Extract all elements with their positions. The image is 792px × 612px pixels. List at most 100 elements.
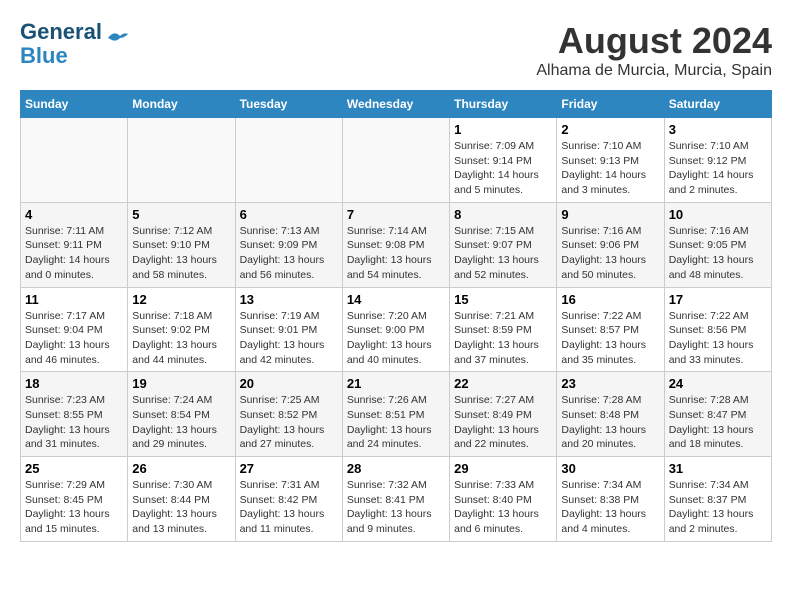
day-info: Sunrise: 7:19 AM Sunset: 9:01 PM Dayligh… <box>240 309 338 368</box>
day-number: 18 <box>25 376 123 391</box>
bird-icon <box>106 28 130 48</box>
day-number: 3 <box>669 122 767 137</box>
day-number: 2 <box>561 122 659 137</box>
table-row: 18Sunrise: 7:23 AM Sunset: 8:55 PM Dayli… <box>21 372 128 457</box>
day-number: 23 <box>561 376 659 391</box>
day-number: 28 <box>347 461 445 476</box>
table-row: 19 Sunrise: 7:24 AM Sunset: 8:54 PM Dayli… <box>128 372 235 457</box>
table-row: 20 Sunrise: 7:25 AM Sunset: 8:52 PM Dayli… <box>235 372 342 457</box>
day-info: Sunrise: 7:20 AM Sunset: 9:00 PM Dayligh… <box>347 309 445 368</box>
day-info: Sunrise: 7:34 AM Sunset: 8:37 PM Dayligh… <box>669 478 767 537</box>
day-number: 13 <box>240 292 338 307</box>
day-number: 6 <box>240 207 338 222</box>
day-number: 15 <box>454 292 552 307</box>
table-row: 21Sunrise: 7:26 AM Sunset: 8:51 PM Dayli… <box>342 372 449 457</box>
day-info: Sunrise: 7:21 AM Sunset: 8:59 PM Dayligh… <box>454 309 552 368</box>
day-info: Sunrise: 7:34 AM Sunset: 8:38 PM Dayligh… <box>561 478 659 537</box>
header-thursday: Thursday <box>450 91 557 118</box>
table-row: 6 Sunrise: 7:13 AM Sunset: 9:09 PM Daylig… <box>235 202 342 287</box>
table-row: 3 Sunrise: 7:10 AM Sunset: 9:12 PM Daylig… <box>664 118 771 203</box>
day-number: 27 <box>240 461 338 476</box>
header-monday: Monday <box>128 91 235 118</box>
table-row: 27Sunrise: 7:31 AM Sunset: 8:42 PM Dayli… <box>235 457 342 542</box>
day-number: 11 <box>25 292 123 307</box>
day-number: 7 <box>347 207 445 222</box>
header-friday: Friday <box>557 91 664 118</box>
day-number: 10 <box>669 207 767 222</box>
day-info: Sunrise: 7:10 AM Sunset: 9:12 PM Dayligh… <box>669 139 767 198</box>
day-number: 22 <box>454 376 552 391</box>
day-number: 14 <box>347 292 445 307</box>
header-sunday: Sunday <box>21 91 128 118</box>
calendar-table: Sunday Monday Tuesday Wednesday Thursday… <box>20 90 772 542</box>
calendar-week-row: 25 Sunrise: 7:29 AM Sunset: 8:45 PM Dayli… <box>21 457 772 542</box>
day-number: 1 <box>454 122 552 137</box>
table-row: 30 Sunrise: 7:34 AM Sunset: 8:38 PM Dayli… <box>557 457 664 542</box>
day-info: Sunrise: 7:12 AM Sunset: 9:10 PM Dayligh… <box>132 224 230 283</box>
month-year-title: August 2024 <box>536 20 772 62</box>
table-row: 13 Sunrise: 7:19 AM Sunset: 9:01 PM Dayli… <box>235 287 342 372</box>
day-number: 5 <box>132 207 230 222</box>
day-info: Sunrise: 7:17 AM Sunset: 9:04 PM Dayligh… <box>25 309 123 368</box>
day-number: 8 <box>454 207 552 222</box>
day-info: Sunrise: 7:33 AM Sunset: 8:40 PM Dayligh… <box>454 478 552 537</box>
day-info: Sunrise: 7:22 AM Sunset: 8:56 PM Dayligh… <box>669 309 767 368</box>
day-number: 30 <box>561 461 659 476</box>
table-row <box>128 118 235 203</box>
day-info: Sunrise: 7:13 AM Sunset: 9:09 PM Dayligh… <box>240 224 338 283</box>
title-area: August 2024 Alhama de Murcia, Murcia, Sp… <box>536 20 772 80</box>
day-info: Sunrise: 7:27 AM Sunset: 8:49 PM Dayligh… <box>454 393 552 452</box>
table-row: 22 Sunrise: 7:27 AM Sunset: 8:49 PM Dayli… <box>450 372 557 457</box>
day-info: Sunrise: 7:10 AM Sunset: 9:13 PM Dayligh… <box>561 139 659 198</box>
day-info: Sunrise: 7:25 AM Sunset: 8:52 PM Dayligh… <box>240 393 338 452</box>
day-number: 26 <box>132 461 230 476</box>
day-info: Sunrise: 7:15 AM Sunset: 9:07 PM Dayligh… <box>454 224 552 283</box>
day-info: Sunrise: 7:29 AM Sunset: 8:45 PM Dayligh… <box>25 478 123 537</box>
day-number: 31 <box>669 461 767 476</box>
day-info: Sunrise: 7:30 AM Sunset: 8:44 PM Dayligh… <box>132 478 230 537</box>
table-row: 28 Sunrise: 7:32 AM Sunset: 8:41 PM Dayli… <box>342 457 449 542</box>
table-row: 24 Sunrise: 7:28 AM Sunset: 8:47 PM Dayli… <box>664 372 771 457</box>
day-number: 20 <box>240 376 338 391</box>
table-row: 12Sunrise: 7:18 AM Sunset: 9:02 PM Dayli… <box>128 287 235 372</box>
table-row: 29 Sunrise: 7:33 AM Sunset: 8:40 PM Dayli… <box>450 457 557 542</box>
day-info: Sunrise: 7:11 AM Sunset: 9:11 PM Dayligh… <box>25 224 123 283</box>
day-info: Sunrise: 7:16 AM Sunset: 9:05 PM Dayligh… <box>669 224 767 283</box>
table-row: 14 Sunrise: 7:20 AM Sunset: 9:00 PM Dayli… <box>342 287 449 372</box>
table-row <box>21 118 128 203</box>
table-row: 4 Sunrise: 7:11 AM Sunset: 9:11 PM Daylig… <box>21 202 128 287</box>
day-number: 24 <box>669 376 767 391</box>
logo-line1: General <box>20 19 102 44</box>
day-info: Sunrise: 7:32 AM Sunset: 8:41 PM Dayligh… <box>347 478 445 537</box>
table-row: 9Sunrise: 7:16 AM Sunset: 9:06 PM Daylig… <box>557 202 664 287</box>
table-row: 10 Sunrise: 7:16 AM Sunset: 9:05 PM Dayli… <box>664 202 771 287</box>
day-info: Sunrise: 7:24 AM Sunset: 8:54 PM Dayligh… <box>132 393 230 452</box>
table-row: 7 Sunrise: 7:14 AM Sunset: 9:08 PM Daylig… <box>342 202 449 287</box>
table-row <box>235 118 342 203</box>
table-row: 11 Sunrise: 7:17 AM Sunset: 9:04 PM Dayli… <box>21 287 128 372</box>
day-info: Sunrise: 7:16 AM Sunset: 9:06 PM Dayligh… <box>561 224 659 283</box>
day-number: 25 <box>25 461 123 476</box>
day-info: Sunrise: 7:22 AM Sunset: 8:57 PM Dayligh… <box>561 309 659 368</box>
table-row <box>342 118 449 203</box>
table-row: 5 Sunrise: 7:12 AM Sunset: 9:10 PM Daylig… <box>128 202 235 287</box>
calendar-week-row: 1Sunrise: 7:09 AM Sunset: 9:14 PM Daylig… <box>21 118 772 203</box>
day-number: 17 <box>669 292 767 307</box>
day-info: Sunrise: 7:26 AM Sunset: 8:51 PM Dayligh… <box>347 393 445 452</box>
day-number: 4 <box>25 207 123 222</box>
day-info: Sunrise: 7:14 AM Sunset: 9:08 PM Dayligh… <box>347 224 445 283</box>
day-info: Sunrise: 7:28 AM Sunset: 8:47 PM Dayligh… <box>669 393 767 452</box>
calendar-week-row: 11 Sunrise: 7:17 AM Sunset: 9:04 PM Dayli… <box>21 287 772 372</box>
day-number: 19 <box>132 376 230 391</box>
logo: General Blue <box>20 20 130 68</box>
header-saturday: Saturday <box>664 91 771 118</box>
table-row: 31 Sunrise: 7:34 AM Sunset: 8:37 PM Dayli… <box>664 457 771 542</box>
day-number: 29 <box>454 461 552 476</box>
calendar-week-row: 4 Sunrise: 7:11 AM Sunset: 9:11 PM Daylig… <box>21 202 772 287</box>
table-row: 15 Sunrise: 7:21 AM Sunset: 8:59 PM Dayli… <box>450 287 557 372</box>
day-number: 12 <box>132 292 230 307</box>
table-row: 25 Sunrise: 7:29 AM Sunset: 8:45 PM Dayli… <box>21 457 128 542</box>
table-row: 2 Sunrise: 7:10 AM Sunset: 9:13 PM Daylig… <box>557 118 664 203</box>
location-subtitle: Alhama de Murcia, Murcia, Spain <box>536 62 772 80</box>
table-row: 23Sunrise: 7:28 AM Sunset: 8:48 PM Dayli… <box>557 372 664 457</box>
